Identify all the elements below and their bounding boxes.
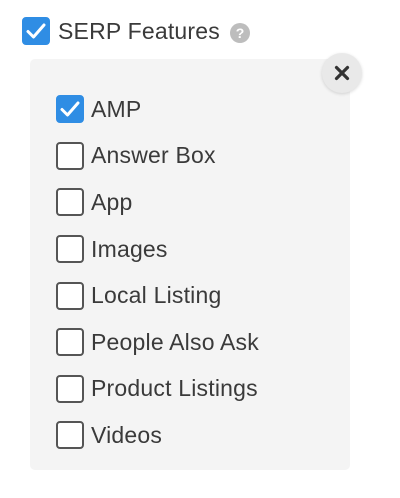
option-label: App	[91, 188, 133, 215]
option-checkbox[interactable]	[56, 188, 84, 217]
option-checkbox[interactable]	[56, 95, 84, 124]
option-checkbox[interactable]	[56, 328, 84, 357]
options-list: AMP Answer Box App Images Local Listing …	[56, 86, 259, 459]
serp-features-header: SERP Features ?	[22, 16, 250, 46]
serp-features-panel: AMP Answer Box App Images Local Listing …	[30, 53, 362, 470]
option-local-listing[interactable]: Local Listing	[56, 272, 259, 319]
option-people-also-ask[interactable]: People Also Ask	[56, 319, 259, 366]
option-checkbox[interactable]	[56, 141, 84, 170]
option-checkbox[interactable]	[56, 281, 84, 310]
serp-features-label: SERP Features	[58, 17, 220, 44]
serp-features-checkbox[interactable]	[22, 17, 50, 45]
option-app[interactable]: App	[56, 179, 259, 226]
option-videos[interactable]: Videos	[56, 412, 259, 459]
option-amp[interactable]: AMP	[56, 86, 259, 133]
option-label: Local Listing	[91, 282, 222, 309]
option-checkbox[interactable]	[56, 374, 84, 403]
question-circle-icon[interactable]: ?	[229, 22, 250, 43]
option-label: AMP	[91, 95, 142, 122]
close-button[interactable]	[322, 53, 362, 93]
option-checkbox[interactable]	[56, 235, 84, 264]
option-label: Answer Box	[91, 142, 216, 169]
serp-features-filter: SERP Features ? AMP Answer Box App Image…	[0, 0, 400, 498]
option-images[interactable]: Images	[56, 226, 259, 273]
option-label: Images	[91, 235, 168, 262]
close-icon	[334, 65, 350, 81]
checkmark-icon	[60, 101, 80, 117]
option-checkbox[interactable]	[56, 421, 84, 450]
option-label: Videos	[91, 421, 163, 448]
option-product-listings[interactable]: Product Listings	[56, 366, 259, 413]
option-answer-box[interactable]: Answer Box	[56, 133, 259, 180]
option-label: People Also Ask	[91, 328, 259, 355]
option-label: Product Listings	[91, 375, 258, 402]
checkmark-icon	[26, 23, 46, 39]
